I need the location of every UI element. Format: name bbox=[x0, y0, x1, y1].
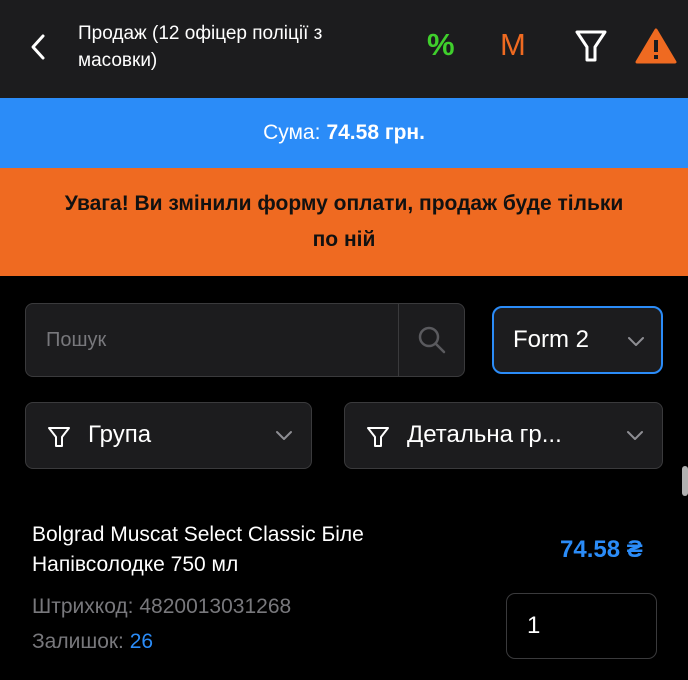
stock-label: Залишок: bbox=[32, 630, 124, 653]
product-price: 74.58 ₴ bbox=[560, 536, 643, 563]
filter-icon bbox=[367, 427, 389, 447]
search-input[interactable] bbox=[26, 304, 398, 376]
scrollbar-thumb[interactable] bbox=[682, 466, 688, 496]
group-filter-label: Група bbox=[88, 421, 152, 448]
page-title: Продаж (12 офіцер поліції з масовки) bbox=[78, 23, 323, 71]
stock-value: 26 bbox=[129, 630, 154, 653]
group-filter-select[interactable]: Група bbox=[25, 402, 312, 469]
sum-value: 74.58 грн. bbox=[326, 121, 425, 144]
m-button[interactable]: M bbox=[500, 27, 526, 63]
sum-label: Сума: bbox=[263, 121, 321, 144]
chevron-down-icon bbox=[276, 431, 292, 440]
filter-icon[interactable] bbox=[573, 27, 609, 65]
sum-bar: Сума: 74.58 грн. bbox=[0, 98, 688, 168]
barcode-value: 4820013031268 bbox=[139, 595, 292, 618]
warning-icon[interactable] bbox=[635, 27, 677, 65]
detail-group-filter-select[interactable]: Детальна гр... bbox=[344, 402, 663, 469]
quantity-input[interactable] bbox=[506, 593, 657, 659]
chevron-down-icon bbox=[627, 431, 643, 440]
header-bar: Продаж (12 офіцер поліції з масовки) % M bbox=[0, 0, 688, 98]
payment-warning-banner: Увага! Ви змінили форму оплати, продаж б… bbox=[0, 168, 688, 276]
search-icon bbox=[418, 326, 446, 354]
product-stock: Залишок: 26 bbox=[32, 630, 153, 654]
discount-button[interactable]: % bbox=[427, 27, 455, 63]
search-button[interactable] bbox=[399, 304, 465, 376]
product-barcode: Штрихкод: 4820013031268 bbox=[32, 595, 291, 619]
product-name: Bolgrad Muscat Select Classic Біле Напів… bbox=[32, 523, 364, 576]
barcode-label: Штрихкод: bbox=[32, 595, 134, 618]
back-icon[interactable] bbox=[26, 30, 52, 64]
filter-icon bbox=[48, 427, 70, 447]
payment-form-select[interactable]: Form 2 bbox=[492, 306, 663, 374]
warning-text: Увага! Ви змінили форму оплати, продаж б… bbox=[64, 192, 624, 251]
chevron-down-icon bbox=[628, 337, 644, 346]
payment-form-value: Form 2 bbox=[513, 326, 590, 353]
search-box bbox=[25, 303, 465, 377]
detail-group-filter-label: Детальна гр... bbox=[407, 421, 562, 448]
